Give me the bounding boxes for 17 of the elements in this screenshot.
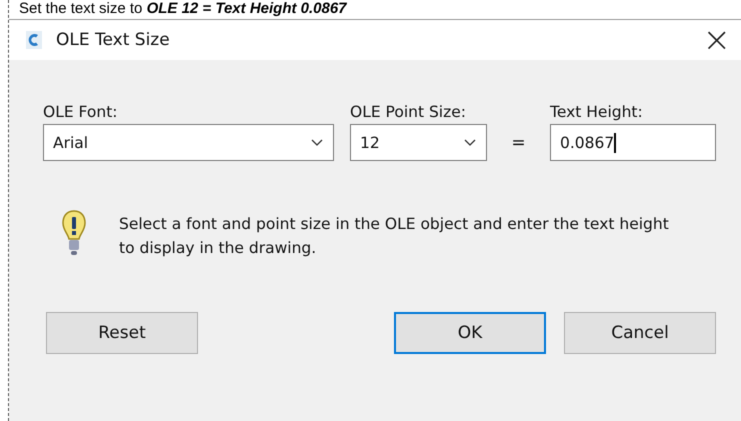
info-message: Select a font and point size in the OLE object and enter the text height to display in the drawing. — [119, 214, 670, 259]
chevron-down-icon — [311, 138, 323, 146]
dialog-button[interactable]: Cancel — [564, 312, 716, 354]
caption-text: Set the text size to OLE 12 = Text Height 0.0867 — [19, 0, 347, 18]
close-button[interactable]: × — [702, 23, 731, 57]
field-label: OLE Point Size: — [350, 103, 468, 121]
dialog-button[interactable]: Reset — [46, 312, 198, 354]
dialog-button[interactable]: OK — [394, 312, 546, 354]
field-label: OLE Font: — [43, 103, 119, 121]
field-label: Text Height: — [550, 103, 644, 121]
dropdown[interactable]: Arial — [43, 124, 334, 161]
window-title: OLE Text Size — [56, 30, 170, 50]
chevron-down-icon — [464, 138, 476, 146]
dropdown[interactable]: 12 — [350, 124, 487, 161]
app-logo-icon — [26, 31, 42, 49]
equals-sign: = — [511, 132, 526, 152]
input-field[interactable]: 0.0867 — [550, 124, 716, 161]
